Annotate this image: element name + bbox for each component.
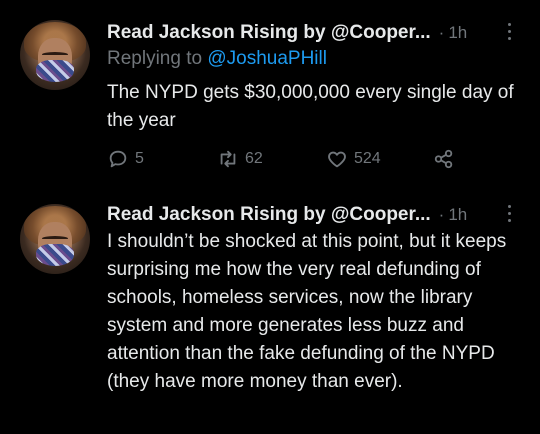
- avatar[interactable]: [20, 204, 90, 274]
- replying-to-handle[interactable]: @JoshuaPHill: [207, 48, 327, 69]
- timestamp[interactable]: 1h: [448, 205, 467, 225]
- timestamp[interactable]: 1h: [448, 23, 467, 43]
- more-icon[interactable]: [507, 23, 513, 43]
- reply-count: 5: [135, 150, 144, 167]
- retweet-icon: [220, 150, 236, 168]
- tweet[interactable]: Read Jackson Rising by @Cooper... · 1h I…: [0, 190, 540, 434]
- tweet-text: I shouldn’t be shocked at this point, bu…: [107, 231, 507, 392]
- like-button[interactable]: 524: [326, 148, 381, 170]
- retweet-count: 62: [245, 150, 263, 167]
- author-name[interactable]: Read Jackson Rising by @Cooper...: [107, 22, 431, 44]
- tweet-text: The NYPD gets $30,000,000 every single d…: [107, 82, 514, 131]
- tweet-header: Read Jackson Rising by @Cooper... · 1h: [107, 21, 527, 45]
- author-name[interactable]: Read Jackson Rising by @Cooper...: [107, 204, 431, 226]
- replying-to: Replying to @JoshuaPHill: [107, 48, 327, 70]
- share-button[interactable]: [433, 148, 461, 170]
- like-icon: [328, 151, 346, 168]
- like-count: 524: [354, 150, 381, 167]
- separator-dot: ·: [438, 23, 445, 42]
- replying-to-label: Replying to: [107, 48, 208, 69]
- separator-dot: ·: [438, 205, 445, 224]
- share-icon: [434, 149, 453, 169]
- reply-button[interactable]: 5: [107, 148, 144, 170]
- tweet-header: Read Jackson Rising by @Cooper... · 1h: [107, 203, 527, 227]
- tweet-actions: 5 62 524: [107, 148, 527, 172]
- retweet-button[interactable]: 62: [217, 148, 263, 170]
- avatar[interactable]: [20, 20, 90, 90]
- tweet[interactable]: Read Jackson Rising by @Cooper... · 1h R…: [0, 0, 540, 190]
- more-icon[interactable]: [507, 205, 513, 225]
- reply-icon: [109, 150, 127, 168]
